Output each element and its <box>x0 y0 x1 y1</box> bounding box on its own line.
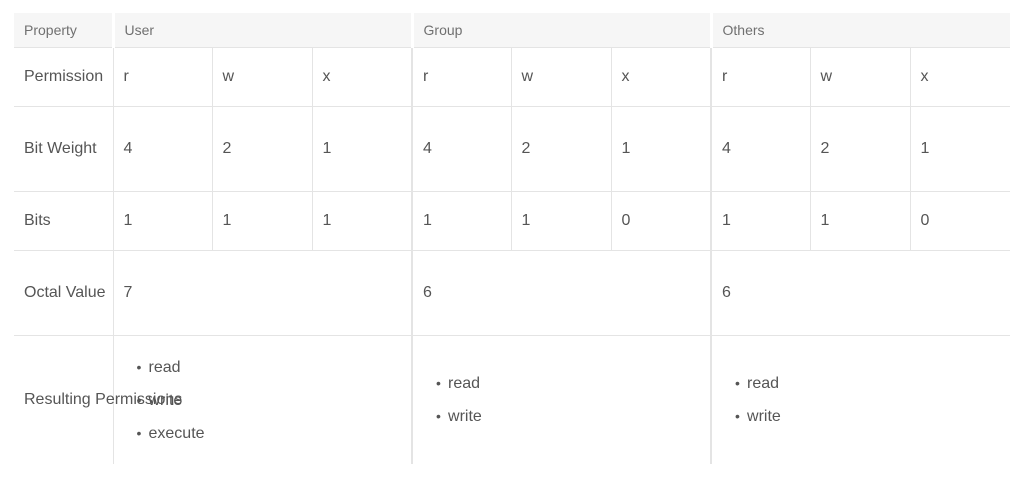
bits-label: Bits <box>14 191 113 251</box>
list-item: • write <box>137 384 402 417</box>
resulting-permissions-row: Resulting Permissions • read • write • exec… <box>14 335 1011 464</box>
group-read-bit: 1 <box>411 191 512 251</box>
list-item: • write <box>735 400 1000 433</box>
group-read-weight: 4 <box>411 106 512 192</box>
group-read-perm: r <box>411 47 512 107</box>
user-read-weight: 4 <box>112 106 212 192</box>
others-write-perm: w <box>809 47 911 107</box>
bullet-icon: • <box>436 375 441 391</box>
group-write-bit: 1 <box>510 191 612 251</box>
others-write-weight: 2 <box>809 106 911 192</box>
header-row: Property User Group Others <box>14 13 1011 48</box>
bullet-icon: • <box>436 408 441 424</box>
list-item: • read <box>735 367 1000 400</box>
user-execute-perm: x <box>311 47 413 107</box>
others-write-bit: 1 <box>809 191 911 251</box>
group-resulting-permissions: • read • write <box>411 335 712 464</box>
bullet-icon: • <box>735 408 740 424</box>
user-octal-value: 7 <box>112 250 413 336</box>
user-execute-weight: 1 <box>311 106 413 192</box>
permission-row: Permission r w x r w x r w x <box>14 47 1011 107</box>
bit-weight-label: Bit Weight <box>14 106 113 192</box>
bullet-icon: • <box>136 358 142 375</box>
group-execute-weight: 1 <box>610 106 712 192</box>
user-permission-list: • read • write • execute <box>124 351 402 450</box>
header-property: Property <box>14 13 113 48</box>
user-write-perm: w <box>211 47 312 107</box>
user-execute-bit: 1 <box>311 191 413 251</box>
bullet-icon: • <box>735 375 740 391</box>
others-read-weight: 4 <box>710 106 811 192</box>
bits-row: Bits 1 1 1 1 1 0 1 1 0 <box>14 191 1011 251</box>
group-execute-bit: 0 <box>610 191 712 251</box>
resulting-permissions-label: Resulting Permissions <box>24 391 183 408</box>
group-write-perm: w <box>510 47 612 107</box>
group-permission-list: • read • write <box>423 367 700 433</box>
others-permission-list: • read • write <box>722 367 1000 433</box>
header-group: Group <box>410 13 712 48</box>
user-read-bit: 1 <box>112 191 212 251</box>
list-item: • read <box>137 351 402 384</box>
user-read-perm: r <box>112 47 212 107</box>
others-execute-weight: 1 <box>909 106 1011 192</box>
bit-weight-row: Bit Weight 4 2 1 4 2 1 4 2 1 <box>14 106 1011 192</box>
list-item: • execute <box>137 417 402 450</box>
others-read-perm: r <box>710 47 811 107</box>
group-write-weight: 2 <box>510 106 612 192</box>
others-execute-perm: x <box>909 47 1011 107</box>
user-resulting-permissions: • read • write • execute <box>112 335 413 464</box>
header-others: Others <box>709 13 1011 48</box>
permission-label: Permission <box>14 47 113 107</box>
group-octal-value: 6 <box>411 250 712 336</box>
header-user: User <box>111 13 413 48</box>
user-write-bit: 1 <box>211 191 312 251</box>
list-item: • write <box>436 400 700 433</box>
group-execute-perm: x <box>610 47 712 107</box>
permissions-table: Property User Group Others Permission r … <box>14 13 1011 464</box>
bullet-icon: • <box>136 424 142 441</box>
others-execute-bit: 0 <box>909 191 1011 251</box>
others-octal-value: 6 <box>710 250 1011 336</box>
user-write-weight: 2 <box>211 106 312 192</box>
others-resulting-permissions: • read • write <box>710 335 1011 464</box>
octal-value-label: Octal Value <box>14 250 113 336</box>
octal-value-row: Octal Value 7 6 6 <box>14 250 1011 336</box>
bullet-icon: • <box>136 391 142 408</box>
list-item: • read <box>436 367 700 400</box>
others-read-bit: 1 <box>710 191 811 251</box>
